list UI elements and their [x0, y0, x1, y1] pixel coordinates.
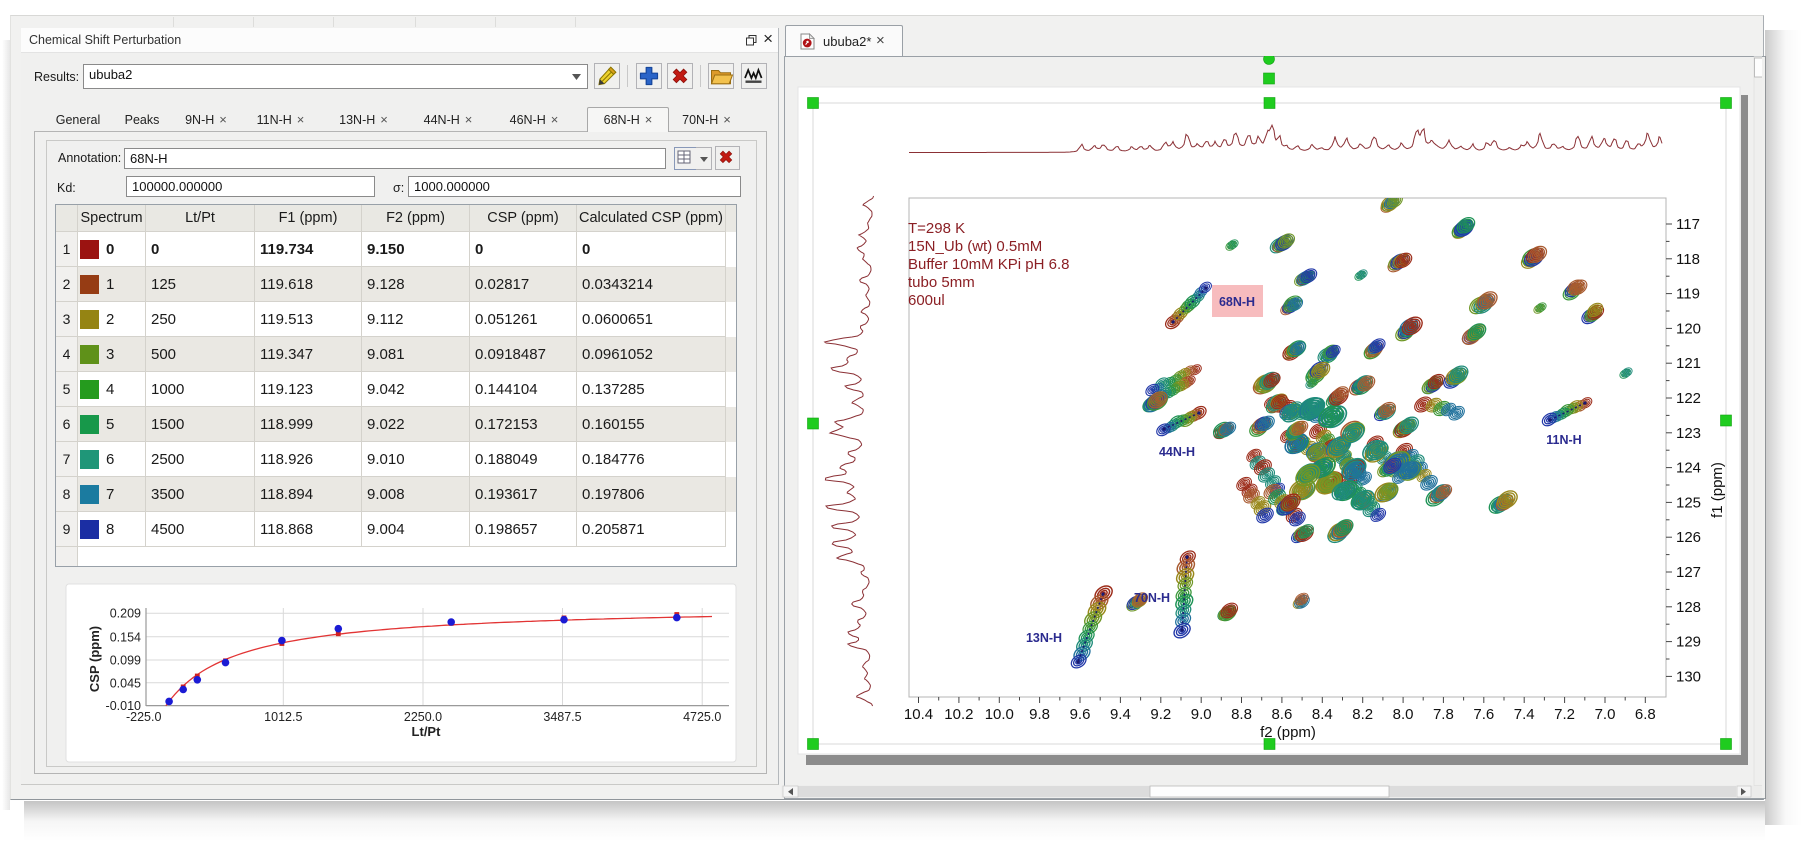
- svg-text:126: 126: [1676, 529, 1701, 546]
- svg-text:f1 (ppm): f1 (ppm): [1709, 462, 1726, 518]
- svg-text:7.6: 7.6: [1473, 706, 1494, 723]
- svg-text:tubo 5mm: tubo 5mm: [908, 274, 975, 291]
- svg-text:6.8: 6.8: [1635, 706, 1656, 723]
- svg-text:T=298 K: T=298 K: [908, 220, 965, 237]
- svg-text:121: 121: [1676, 355, 1701, 372]
- svg-text:8.6: 8.6: [1271, 706, 1292, 723]
- svg-text:117: 117: [1676, 216, 1700, 233]
- svg-text:124: 124: [1676, 460, 1701, 477]
- svg-text:125: 125: [1676, 494, 1701, 511]
- svg-text:70N-H: 70N-H: [1134, 591, 1170, 605]
- svg-text:15N_Ub (wt) 0.5mM: 15N_Ub (wt) 0.5mM: [908, 238, 1042, 255]
- svg-text:8.0: 8.0: [1393, 706, 1414, 723]
- svg-text:119: 119: [1676, 286, 1700, 303]
- svg-text:10.4: 10.4: [904, 706, 933, 723]
- svg-text:130: 130: [1676, 668, 1701, 685]
- svg-text:600ul: 600ul: [908, 292, 945, 309]
- svg-text:9.2: 9.2: [1150, 706, 1171, 723]
- svg-text:7.8: 7.8: [1433, 706, 1454, 723]
- svg-text:11N-H: 11N-H: [1546, 433, 1581, 447]
- svg-text:10.2: 10.2: [944, 706, 973, 723]
- svg-text:127: 127: [1676, 564, 1701, 581]
- svg-text:9.6: 9.6: [1070, 706, 1091, 723]
- svg-text:7.2: 7.2: [1554, 706, 1575, 723]
- svg-text:13N-H: 13N-H: [1026, 631, 1062, 645]
- svg-text:8.2: 8.2: [1352, 706, 1373, 723]
- svg-text:123: 123: [1676, 425, 1701, 442]
- svg-text:129: 129: [1676, 634, 1701, 651]
- svg-text:Buffer 10mM KPi pH 6.8: Buffer 10mM KPi pH 6.8: [908, 256, 1069, 273]
- svg-text:122: 122: [1676, 390, 1701, 407]
- svg-text:128: 128: [1676, 599, 1701, 616]
- svg-text:8.4: 8.4: [1312, 706, 1333, 723]
- svg-text:9.8: 9.8: [1029, 706, 1050, 723]
- svg-text:9.0: 9.0: [1191, 706, 1212, 723]
- svg-text:9.4: 9.4: [1110, 706, 1131, 723]
- svg-text:10.0: 10.0: [985, 706, 1014, 723]
- svg-text:68N-H: 68N-H: [1219, 295, 1255, 309]
- svg-text:118: 118: [1676, 251, 1700, 268]
- svg-text:44N-H: 44N-H: [1159, 445, 1195, 459]
- svg-text:120: 120: [1676, 320, 1701, 337]
- svg-text:7.0: 7.0: [1595, 706, 1616, 723]
- svg-text:8.8: 8.8: [1231, 706, 1252, 723]
- svg-text:7.4: 7.4: [1514, 706, 1535, 723]
